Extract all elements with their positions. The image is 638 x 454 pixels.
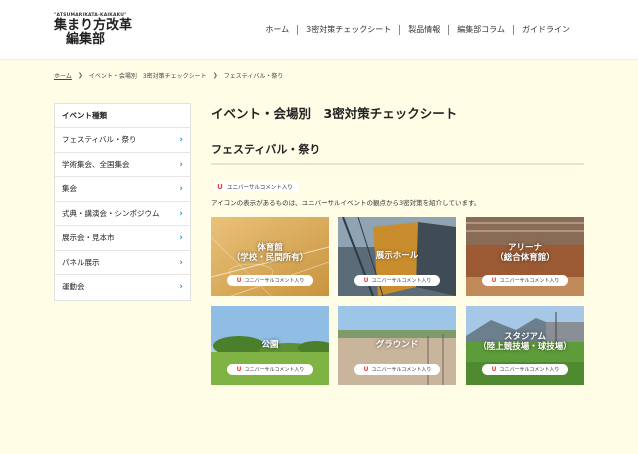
universal-u-icon: U bbox=[491, 365, 497, 373]
universal-comment-badge: U ユニバーサルコメント入り bbox=[482, 275, 568, 286]
chevron-right-icon: › bbox=[179, 233, 183, 243]
venue-card-stadium[interactable]: スタジアム （陸上競技場・球技場） U ユニバーサルコメント入り bbox=[466, 306, 584, 385]
legend-label: ユニバーサルコメント入り bbox=[227, 184, 293, 191]
site-logo[interactable]: "ATSUMARIKATA-KAIKAKU" 集まり方改革 編集部 bbox=[54, 13, 134, 47]
section-divider bbox=[211, 163, 584, 165]
breadcrumb: ホーム ❯ イベント・会場別 3密対策チェックシート ❯ フェスティバル・祭り bbox=[54, 71, 283, 80]
description-text: アイコンの表示があるものは、ユニバーサルイベントの観点から3密対策を紹介していま… bbox=[211, 199, 481, 207]
universal-comment-badge: U ユニバーサルコメント入り bbox=[354, 364, 440, 375]
venue-card-label: スタジアム （陸上競技場・球技場） bbox=[478, 332, 572, 352]
universal-u-icon: U bbox=[217, 182, 223, 191]
sidebar-item-label: パネル展示 bbox=[62, 257, 100, 267]
nav-checksheet[interactable]: 3密対策チェックシート bbox=[298, 24, 399, 35]
venue-card-gymnasium[interactable]: 体育館 （学校・民間所有） U ユニバーサルコメント入り bbox=[211, 217, 329, 296]
chevron-right-icon: › bbox=[179, 159, 183, 170]
event-type-sidebar: イベント種類 フェスティバル・祭り › 学術集会、全国集会 › 集会 › 式典・講演会… bbox=[54, 103, 191, 301]
universal-u-icon: U bbox=[363, 276, 369, 284]
chevron-right-icon: › bbox=[179, 282, 183, 292]
chevron-right-icon: ❯ bbox=[77, 72, 83, 79]
universal-comment-badge: U ユニバーサルコメント入り bbox=[482, 364, 568, 375]
universal-comment-badge: U ユニバーサルコメント入り bbox=[354, 275, 440, 286]
logo-title-line1: 集まり方改革 bbox=[54, 18, 133, 33]
venue-card-label: グラウンド bbox=[375, 340, 419, 350]
nav-products[interactable]: 製品情報 bbox=[400, 24, 448, 35]
venue-card-label: 公園 bbox=[261, 340, 279, 350]
breadcrumb-home[interactable]: ホーム bbox=[54, 71, 72, 80]
venue-card-ground[interactable]: グラウンド U ユニバーサルコメント入り bbox=[338, 306, 456, 385]
nav-home[interactable]: ホーム bbox=[257, 24, 297, 35]
nav-column[interactable]: 編集部コラム bbox=[449, 24, 513, 35]
universal-u-icon: U bbox=[236, 365, 242, 373]
chevron-right-icon: › bbox=[179, 135, 183, 145]
chevron-right-icon: › bbox=[179, 257, 183, 268]
site-header: "ATSUMARIKATA-KAIKAKU" 集まり方改革 編集部 ホーム 3密… bbox=[0, 0, 638, 60]
sidebar-item-sports-day[interactable]: 運動会 › bbox=[55, 275, 190, 300]
page-title: イベント・会場別 3密対策チェックシート bbox=[211, 106, 458, 121]
venue-card-exhibition-hall[interactable]: 展示ホール U ユニバーサルコメント入り bbox=[338, 217, 456, 296]
nav-guideline[interactable]: ガイドライン bbox=[514, 24, 578, 35]
sidebar-item-label: フェスティバル・祭り bbox=[62, 135, 137, 144]
venue-card-grid: 体育館 （学校・民間所有） U ユニバーサルコメント入り 展示ホール U ユニバーサル… bbox=[211, 217, 584, 385]
sidebar-item-panel[interactable]: パネル展示 › bbox=[55, 251, 190, 275]
sidebar-item-label: 集会 bbox=[62, 184, 77, 193]
universal-comment-badge: U ユニバーサルコメント入り bbox=[227, 364, 313, 375]
chevron-right-icon: ❯ bbox=[212, 72, 218, 79]
venue-card-label: 体育館 （学校・民間所有） bbox=[231, 243, 309, 263]
sidebar-item-ceremony[interactable]: 式典・講演会・シンポジウム › bbox=[55, 202, 190, 226]
sidebar-title: イベント種類 bbox=[55, 104, 190, 128]
venue-card-park[interactable]: 公園 U ユニバーサルコメント入り bbox=[211, 306, 329, 385]
venue-card-arena[interactable]: アリーナ （総合体育館） U ユニバーサルコメント入り bbox=[466, 217, 584, 296]
universal-comment-legend: U ユニバーサルコメント入り bbox=[213, 181, 299, 192]
breadcrumb-current: フェスティバル・祭り bbox=[223, 73, 284, 80]
sidebar-item-festival[interactable]: フェスティバル・祭り › bbox=[55, 128, 190, 153]
chevron-right-icon: › bbox=[179, 208, 183, 219]
sidebar-item-label: 展示会・見本市 bbox=[62, 233, 115, 242]
venue-card-label: アリーナ （総合体育館） bbox=[495, 243, 555, 263]
logo-title-line2: 編集部 bbox=[66, 32, 106, 47]
chevron-right-icon: › bbox=[179, 184, 183, 194]
breadcrumb-checksheet[interactable]: イベント・会場別 3密対策チェックシート bbox=[89, 71, 207, 80]
sidebar-item-label: 学術集会、全国集会 bbox=[62, 159, 130, 169]
sidebar-item-label: 運動会 bbox=[62, 282, 85, 291]
section-title: フェスティバル・祭り bbox=[211, 143, 321, 156]
global-nav: ホーム 3密対策チェックシート 製品情報 編集部コラム ガイドライン bbox=[257, 24, 578, 35]
sidebar-item-academic[interactable]: 学術集会、全国集会 › bbox=[55, 153, 190, 177]
universal-u-icon: U bbox=[236, 276, 242, 284]
universal-comment-badge: U ユニバーサルコメント入り bbox=[227, 275, 313, 286]
sidebar-item-assembly[interactable]: 集会 › bbox=[55, 177, 190, 202]
universal-u-icon: U bbox=[491, 276, 497, 284]
sidebar-item-label: 式典・講演会・シンポジウム bbox=[62, 208, 160, 218]
universal-u-icon: U bbox=[363, 365, 369, 373]
venue-card-label: 展示ホール bbox=[375, 251, 419, 261]
sidebar-item-exhibition[interactable]: 展示会・見本市 › bbox=[55, 226, 190, 251]
